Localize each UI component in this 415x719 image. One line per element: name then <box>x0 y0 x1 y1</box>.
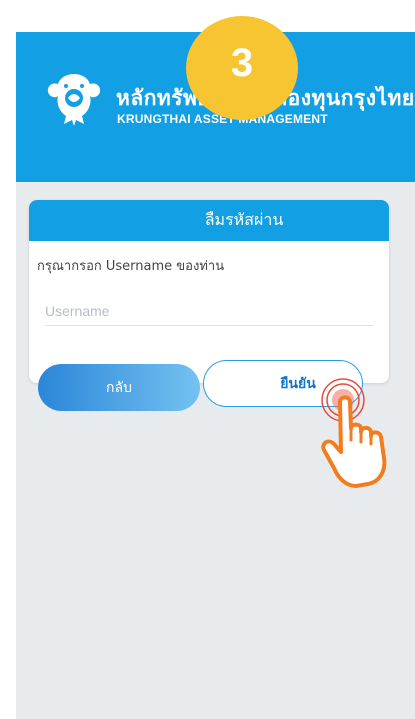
step-number: 3 <box>230 40 254 85</box>
username-input[interactable] <box>45 297 373 326</box>
krungthai-garuda-logo-icon <box>47 74 101 126</box>
card-title: ลืมรหัสผ่าน <box>29 200 389 241</box>
forgot-password-card: ลืมรหัสผ่าน กรุณากรอก Username ของท่าน <box>29 200 389 383</box>
back-button[interactable]: กลับ <box>38 364 200 411</box>
tap-hand-icon <box>321 395 387 488</box>
username-instruction: กรุณากรอก Username ของท่าน <box>37 259 225 274</box>
step-badge: 3 <box>186 16 298 120</box>
